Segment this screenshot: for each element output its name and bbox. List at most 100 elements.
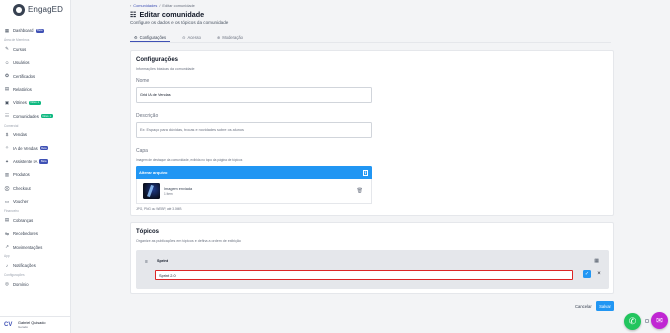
sidebar-item-label: Vendas [13,132,27,138]
cancel-edit-button[interactable]: × [595,270,603,278]
sidebar-item-label: Voucher [13,199,29,205]
config-card-title: Configurações [136,57,179,63]
sidebar-item-produtos[interactable]: ▥ Produtos [0,168,71,181]
user-role: Gerado [18,325,29,329]
checkout-icon: ⛒ [4,185,10,191]
confirm-button[interactable]: ✓ [583,270,591,278]
tab-acesso[interactable]: ⊝ Acesso [178,33,205,42]
change-file-label: Alterar arquivo [139,170,168,175]
cancel-button[interactable]: Cancelar [572,302,595,311]
logo[interactable]: EngagED [0,0,70,19]
sidebar-item-vendas[interactable]: $ Vendas [0,128,71,141]
sidebar-item-label: Cursos [13,46,27,52]
sidebar-item-label: Cobranças [13,217,34,223]
reports-icon: ▤ [4,86,10,92]
tabs-divider [130,42,611,43]
topic-item: ≡ Sprint ▦ Sprint 2.0 ✓ × [136,250,609,289]
sidebar-item-assistente-ia[interactable]: ✦ Assistente IA Beta [0,155,71,168]
sidebar-item-certificados[interactable]: ✪ Certificados [0,69,71,82]
sidebar-nav: ▦ Dashboard Beta Área de Membros ✎ Cursos ☺ Usu… [0,24,71,291]
breadcrumb-link-communities[interactable]: Comunidades [133,3,157,8]
sidebar-item-label: Usuários [13,60,30,66]
trash-icon[interactable]: 🗑 [357,188,363,194]
tab-label: Moderação [222,35,243,40]
calendar-icon[interactable]: ▦ [594,258,599,264]
cover-thumbnail [143,183,160,199]
community-icon: ☷ [130,10,137,19]
user-card[interactable]: CV Gabriel Quisado Gerado [0,316,71,333]
change-file-button[interactable]: Alterar arquivo ⇧ [136,166,372,179]
page-title: ☷ Editar comunidade [130,10,204,19]
topics-card-subtitle: Organize as publicações em tópicos e def… [136,239,241,243]
check-icon: ✓ [584,271,590,277]
sidebar-item-checkout[interactable]: ⛒ Checkout [0,182,71,195]
sidebar: EngagED ▦ Dashboard Beta Área de Membros ✎ Cu… [0,0,71,333]
whatsapp-button[interactable]: ✆ [624,313,641,330]
sidebar-item-comunidades[interactable]: ☷ Comunidades Novo ✦ [0,110,71,123]
status-badge: Novo ✦ [40,114,53,119]
sidebar-item-label: Dashboard [13,28,34,34]
upload-icon: ⇧ [363,169,368,176]
status-badge: Beta [39,146,49,151]
tab-icon: ⊕ [216,35,221,40]
upload-hint: JPG, PNG ou WEBP, até 3.0MB [136,207,182,211]
sales-icon: $ [5,132,9,138]
config-card: Configurações Informações básicas da com… [130,50,614,216]
sidebar-item-label: Notificações [13,263,36,269]
config-card-subtitle: Informações básicas da comunidade [136,67,195,71]
save-button[interactable]: Salvar [596,301,614,311]
sidebar-item-label: Movimentações [13,244,43,250]
sidebar-item-label: IA de Vendas [13,145,38,151]
transactions-icon: ↗ [5,244,9,250]
sidebar-item-label: Produtos [13,172,30,178]
tabs: ⚙ Configurações ⊝ Acesso ⊕ Moderação [130,33,247,42]
tab-icon: ⚙ [134,34,138,40]
status-badge: Beta [35,28,45,33]
products-icon: ▥ [4,171,10,177]
sidebar-item-movimenta-es[interactable]: ↗ Movimentações [0,240,71,253]
logo-icon [13,3,25,16]
sidebar-item-vitrines[interactable]: ▣ Vitrines Novo ✦ [0,96,71,109]
sidebar-item-label: Recebedores [13,231,38,237]
sidebar-item-usu-rios[interactable]: ☺ Usuários [0,56,71,69]
domain-icon: ◎ [5,281,9,287]
sidebar-item-dom-nio[interactable]: ◎ Domínio [0,278,71,291]
ai-assistant-icon: ✦ [5,158,9,164]
cover-subtitle: Imagem de destaque da comunidade, exibid… [136,158,243,162]
receivables-icon: ⇆ [5,230,9,236]
sidebar-item-ia-de-vendas[interactable]: ✧ IA de Vendas Beta [0,142,71,155]
sidebar-item-voucher[interactable]: ▭ Voucher [0,195,71,208]
dashboard-icon: ▦ [4,27,10,33]
description-input[interactable]: Ex: Espaço para dúvidas, trocas e novida… [136,122,372,138]
tab-label: Acesso [187,35,201,40]
sidebar-item-relat-rios[interactable]: ▤ Relatórios [0,83,71,96]
chat-button[interactable]: ✉ [651,312,668,329]
name-input[interactable]: Grid IA de Vendas [136,87,372,103]
expand-icon[interactable] [645,319,649,323]
sidebar-item-recebedores[interactable]: ⇆ Recebedores [0,227,71,240]
voucher-icon: ▭ [4,198,10,204]
breadcrumb-separator: / [159,3,161,8]
tab-modera-o[interactable]: ⊕ Moderação [213,33,247,42]
back-arrow-icon[interactable]: ‹ [130,3,131,8]
whatsapp-icon: ✆ [628,316,637,326]
close-icon: × [597,271,601,277]
name-label: Nome [136,78,150,84]
file-name: Imagem enviada [164,187,193,191]
sidebar-item-label: Domínio [13,281,29,287]
sidebar-item-cobran-as[interactable]: ▤ Cobranças [0,214,71,227]
tab-configura-es[interactable]: ⚙ Configurações [130,33,171,42]
sidebar-item-label: Comunidades [13,113,39,119]
uploaded-file: Imagem enviada 1 item 🗑 [136,179,372,204]
sidebar-item-dashboard[interactable]: ▦ Dashboard Beta [0,24,71,37]
ai-sales-icon: ✧ [5,145,9,151]
sidebar-item-cursos[interactable]: ✎ Cursos [0,43,71,56]
sidebar-item-notifica-es[interactable]: ♪ Notificações [0,259,71,272]
description-label: Descrição [136,113,159,119]
tab-label: Configurações [139,34,167,40]
status-badge: Novo ✦ [28,100,42,105]
topic-name-input[interactable]: Sprint 2.0 [155,270,573,280]
drag-handle-icon[interactable]: ≡ [145,259,148,265]
topics-card: Tópicos Organize as publicações em tópic… [130,222,614,294]
breadcrumb: ‹ Comunidades / Editar comunidade [130,3,195,8]
